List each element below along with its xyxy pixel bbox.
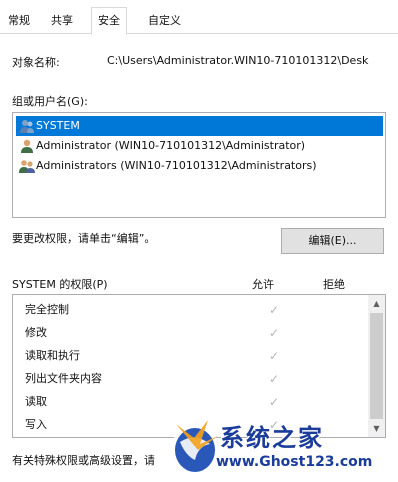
permission-row: 读取和执行 ✓ bbox=[25, 345, 365, 367]
users-icon bbox=[20, 120, 34, 133]
object-name-label: 对象名称: bbox=[12, 56, 60, 69]
list-item-label: Administrator (WIN10-710101312\Administr… bbox=[36, 139, 306, 152]
tab-bar: 常规 共享 安全 自定义 bbox=[0, 0, 398, 35]
checkmark-icon: ✓ bbox=[269, 372, 280, 386]
allow-header: 允许 bbox=[252, 278, 274, 291]
watermark-title: 系统之家 bbox=[220, 423, 324, 452]
user-icon bbox=[21, 139, 33, 153]
permission-row: 列出文件夹内容 ✓ bbox=[25, 368, 365, 390]
permission-name: 完全控制 bbox=[25, 303, 69, 316]
tab-security[interactable]: 安全 bbox=[91, 7, 127, 35]
scroll-up-icon[interactable]: ▲ bbox=[368, 295, 385, 312]
deny-header: 拒绝 bbox=[323, 278, 345, 291]
globe-logo-icon bbox=[171, 420, 219, 476]
checkmark-icon: ✓ bbox=[269, 326, 280, 340]
permission-name: 写入 bbox=[25, 418, 47, 431]
edit-hint: 要更改权限，请单击“编辑”。 bbox=[12, 232, 156, 245]
checkmark-icon: ✓ bbox=[269, 303, 280, 317]
permission-name: 读取和执行 bbox=[25, 349, 80, 362]
permission-name: 读取 bbox=[25, 395, 47, 408]
scroll-thumb[interactable] bbox=[370, 313, 383, 419]
tab-sharing[interactable]: 共享 bbox=[45, 10, 79, 34]
permission-row: 完全控制 ✓ bbox=[25, 299, 365, 321]
groups-listbox[interactable]: SYSTEM Administrator (WIN10-710101312\Ad… bbox=[12, 112, 386, 218]
advanced-hint: 有关特殊权限或高级设置，请 bbox=[12, 454, 155, 467]
edit-button[interactable]: 编辑(E)... bbox=[281, 228, 384, 254]
list-item-administrators[interactable]: Administrators (WIN10-710101312\Administ… bbox=[16, 156, 383, 176]
object-name-value: C:\Users\Administrator.WIN10-710101312\D… bbox=[107, 54, 369, 67]
permission-row: 读取 ✓ bbox=[25, 391, 365, 413]
permission-name: 列出文件夹内容 bbox=[25, 372, 102, 385]
list-item-label: Administrators (WIN10-710101312\Administ… bbox=[36, 159, 317, 172]
tab-customize[interactable]: 自定义 bbox=[142, 10, 187, 34]
watermark-url: www.Ghost123.com bbox=[216, 454, 373, 470]
watermark: 系统之家 www.Ghost123.com bbox=[166, 412, 398, 482]
permissions-label: SYSTEM 的权限(P) bbox=[12, 278, 108, 291]
list-item-label: SYSTEM bbox=[36, 119, 80, 132]
groups-label: 组或用户名(G): bbox=[12, 95, 88, 108]
checkmark-icon: ✓ bbox=[269, 395, 280, 409]
list-item-system[interactable]: SYSTEM bbox=[16, 116, 383, 136]
permission-row: 修改 ✓ bbox=[25, 322, 365, 344]
checkmark-icon: ✓ bbox=[269, 349, 280, 363]
tab-general[interactable]: 常规 bbox=[2, 10, 36, 34]
list-item-administrator[interactable]: Administrator (WIN10-710101312\Administr… bbox=[16, 136, 383, 156]
permission-name: 修改 bbox=[25, 326, 47, 339]
users-icon bbox=[19, 160, 35, 173]
